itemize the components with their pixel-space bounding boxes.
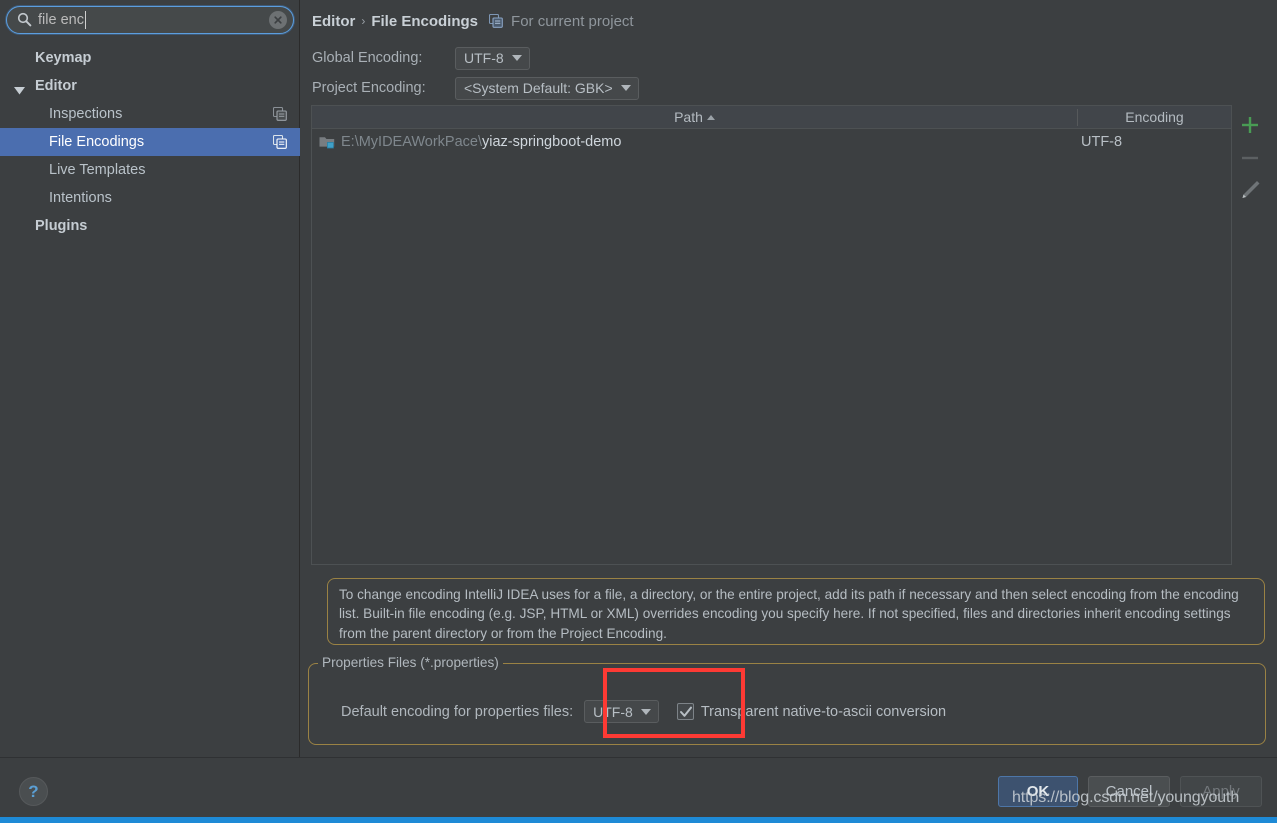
sidebar-item-label: Inspections bbox=[49, 106, 123, 122]
search-field[interactable]: file enc bbox=[6, 6, 294, 34]
chevron-down-icon bbox=[640, 708, 651, 715]
scope-note: For current project bbox=[511, 12, 634, 30]
status-strip bbox=[0, 817, 1277, 823]
project-encoding-label: Project Encoding: bbox=[312, 80, 426, 96]
sidebar-item-editor[interactable]: Editor bbox=[0, 72, 300, 100]
chevron-down-icon bbox=[620, 85, 631, 91]
default-encoding-value: UTF-8 bbox=[593, 703, 633, 720]
table-header-row: Path Encoding bbox=[312, 106, 1231, 129]
default-encoding-label: Default encoding for properties files: bbox=[341, 703, 574, 720]
breadcrumb-parent[interactable]: Editor bbox=[312, 13, 355, 30]
sidebar-item-keymap[interactable]: Keymap bbox=[0, 44, 300, 72]
sidebar-item-label: Editor bbox=[35, 78, 77, 94]
module-copy-icon bbox=[489, 14, 503, 28]
properties-files-group: Properties Files (*.properties) Default … bbox=[308, 655, 1266, 745]
column-header-encoding[interactable]: Encoding bbox=[1078, 106, 1231, 128]
chevron-down-icon[interactable] bbox=[14, 82, 25, 100]
column-header-path[interactable]: Path bbox=[312, 106, 1077, 128]
sidebar-item-live-templates[interactable]: Live Templates bbox=[0, 156, 300, 184]
default-encoding-select[interactable]: UTF-8 bbox=[584, 700, 659, 723]
breadcrumb-current: File Encodings bbox=[371, 12, 479, 30]
info-text: To change encoding IntelliJ IDEA uses fo… bbox=[339, 587, 1239, 641]
breadcrumb-separator: › bbox=[361, 14, 366, 28]
properties-group-legend: Properties Files (*.properties) bbox=[318, 655, 503, 673]
column-header-encoding-label: Encoding bbox=[1125, 109, 1184, 125]
question-mark-icon: ? bbox=[28, 782, 39, 801]
settings-dialog: file enc Keymap Editor Inspections File … bbox=[0, 0, 1277, 823]
sidebar-item-label: Keymap bbox=[35, 50, 92, 66]
module-copy-icon bbox=[272, 106, 287, 126]
project-encoding-row: Project Encoding: <System Default: GBK> bbox=[312, 76, 639, 100]
path-project: yiaz-springboot-demo bbox=[482, 134, 622, 150]
table-cell-encoding[interactable]: UTF-8 bbox=[1081, 130, 1122, 154]
column-header-path-label: Path bbox=[674, 109, 703, 125]
watermark-text: https://blog.csdn.net/youngyouth bbox=[1012, 789, 1240, 806]
path-prefix: E:\MyIDEAWorkPace\ bbox=[341, 134, 483, 150]
breadcrumb: Editor › File Encodings For current proj… bbox=[312, 10, 634, 32]
sort-ascending-icon bbox=[706, 115, 715, 120]
project-encoding-value: <System Default: GBK> bbox=[464, 80, 613, 96]
transparent-conversion-checkbox[interactable] bbox=[676, 703, 694, 720]
text-caret bbox=[85, 11, 86, 29]
module-copy-icon bbox=[272, 134, 287, 154]
sidebar-item-inspections[interactable]: Inspections bbox=[0, 100, 300, 128]
project-encoding-select[interactable]: <System Default: GBK> bbox=[455, 76, 639, 100]
default-encoding-row: Default encoding for properties files: U… bbox=[341, 700, 946, 723]
info-panel: To change encoding IntelliJ IDEA uses fo… bbox=[327, 578, 1265, 645]
remove-button bbox=[1233, 141, 1267, 175]
table-toolbar bbox=[1233, 105, 1277, 225]
global-encoding-select[interactable]: UTF-8 bbox=[455, 46, 530, 70]
edit-button bbox=[1233, 173, 1267, 207]
sidebar-item-label: Plugins bbox=[35, 218, 88, 234]
sidebar-item-intentions[interactable]: Intentions bbox=[0, 184, 300, 212]
encodings-table[interactable]: Path Encoding E:\MyIDEAWorkPace\yiaz-spr… bbox=[311, 105, 1232, 565]
help-button[interactable]: ? bbox=[19, 777, 48, 806]
transparent-conversion-label[interactable]: Transparent native-to-ascii conversion bbox=[701, 704, 946, 720]
module-folder-icon bbox=[319, 135, 335, 149]
add-button[interactable] bbox=[1233, 108, 1267, 142]
settings-sidebar: file enc Keymap Editor Inspections File … bbox=[0, 0, 300, 757]
sidebar-item-file-encodings[interactable]: File Encodings bbox=[0, 128, 300, 156]
sidebar-item-label: Live Templates bbox=[49, 162, 146, 178]
global-encoding-label: Global Encoding: bbox=[312, 50, 423, 66]
sidebar-item-label: Intentions bbox=[49, 190, 112, 206]
chevron-down-icon bbox=[511, 55, 522, 61]
global-encoding-value: UTF-8 bbox=[464, 50, 504, 66]
sidebar-item-plugins[interactable]: Plugins bbox=[0, 212, 300, 240]
table-cell-path: E:\MyIDEAWorkPace\yiaz-springboot-demo bbox=[341, 134, 621, 150]
global-encoding-row: Global Encoding: UTF-8 bbox=[312, 46, 530, 70]
search-icon bbox=[17, 12, 32, 27]
table-row[interactable]: E:\MyIDEAWorkPace\yiaz-springboot-demo U… bbox=[312, 130, 1231, 154]
clear-icon[interactable] bbox=[269, 11, 287, 29]
search-input[interactable]: file enc bbox=[38, 10, 84, 30]
sidebar-item-label: File Encodings bbox=[49, 134, 145, 150]
